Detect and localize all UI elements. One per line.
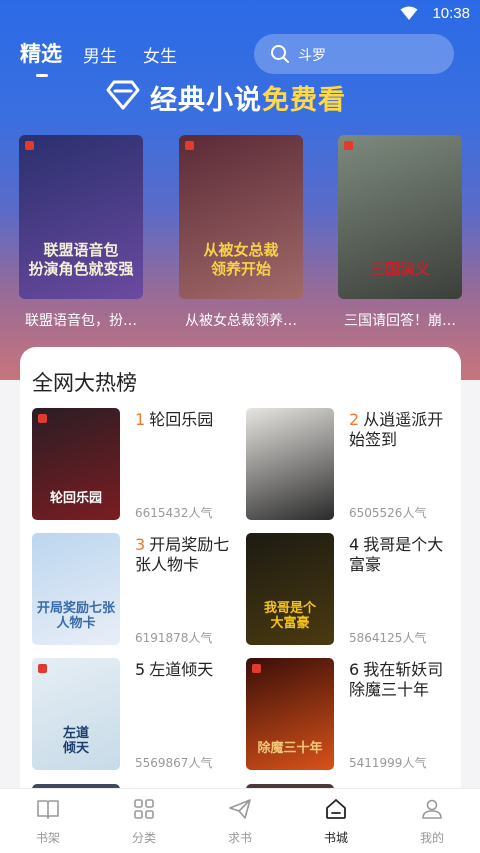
search-placeholder: 斗罗 (298, 48, 326, 64)
book-cover (246, 408, 334, 520)
book-cover: 开局奖励七张人物卡 (32, 533, 120, 645)
bookstore-home-icon (326, 799, 346, 819)
rank-number: 3 (135, 535, 146, 554)
nav-bookstore[interactable]: 书城 (288, 789, 384, 853)
rank-item[interactable]: 轮回乐园 1 轮回乐园 6615432人气 (32, 408, 242, 523)
nav-profile[interactable]: 我的 (384, 789, 480, 853)
cover-title: 我哥是个 大富豪 (263, 601, 316, 631)
popularity-count: 5411999人气 (349, 756, 427, 770)
book-cover: 联盟语音包 扮演角色就变强 (19, 135, 143, 299)
rank-number: 2 (349, 410, 360, 429)
featured-book-title: 联盟语音包，扮… (25, 313, 137, 329)
rank-title: 5 左道倾天 (135, 660, 245, 680)
rank-title: 2 从逍遥派开始签到 (349, 410, 459, 450)
popularity-count: 6191878人气 (135, 631, 213, 645)
book-cover: 除魔三十年 (246, 658, 334, 770)
status-time: 10:38 (432, 5, 470, 22)
featured-book[interactable]: 联盟语音包 扮演角色就变强 联盟语音包，扮… (19, 135, 143, 329)
status-bar: 10:38 (0, 0, 480, 28)
publisher-badge-icon (38, 414, 47, 423)
rank-item[interactable]: 左道 倾天 5 左道倾天 5569867人气 (32, 658, 242, 773)
bottom-nav: 书架 分类 求书 书城 我的 (0, 788, 480, 853)
book-cover: 三国演义 (338, 135, 462, 299)
featured-book[interactable]: 从被女总裁 领养开始 从被女总裁领养… (179, 135, 303, 329)
nav-label: 我的 (419, 831, 444, 845)
book-title: 我哥是个大富豪 (349, 535, 444, 574)
tab-male[interactable]: 男生 (83, 42, 117, 67)
hot-ranking-panel: 全网大热榜 轮回乐园 1 轮回乐园 6615432人气 2 从逍遥派开始签到 650… (20, 347, 461, 817)
diamond-icon (106, 80, 140, 110)
nav-bookshelf[interactable]: 书架 (0, 789, 96, 853)
wifi-icon (400, 6, 418, 20)
popularity-count: 5569867人气 (135, 756, 213, 770)
rank-number: 6 (349, 660, 360, 679)
publisher-badge-icon (38, 664, 47, 673)
category-grid-icon (134, 799, 154, 819)
rank-number: 4 (349, 535, 360, 554)
publisher-badge-icon (185, 141, 194, 150)
nav-label: 求书 (227, 831, 252, 845)
popularity-count: 6505526人气 (349, 506, 427, 520)
rank-item[interactable]: 开局奖励七张人物卡 3 开局奖励七张人物卡 6191878人气 (32, 533, 242, 648)
banner-title-highlight: 免费看 (262, 85, 346, 116)
publisher-badge-icon (25, 141, 34, 150)
book-cover: 从被女总裁 领养开始 (179, 135, 303, 299)
cover-title: 三国演义 (369, 260, 430, 278)
popularity-count: 6615432人气 (135, 506, 213, 520)
user-icon (422, 799, 442, 819)
nav-label: 书城 (323, 831, 348, 845)
featured-book-title: 从被女总裁领养… (185, 313, 297, 329)
cover-title: 除魔三十年 (257, 741, 323, 756)
book-title: 开局奖励七张人物卡 (135, 535, 230, 574)
search-input[interactable]: 斗罗 (254, 34, 454, 74)
tab-featured[interactable]: 精选 (20, 38, 62, 68)
nav-label: 书架 (35, 831, 60, 845)
tab-female[interactable]: 女生 (143, 42, 177, 67)
cover-title: 开局奖励七张人物卡 (36, 601, 115, 631)
book-cover: 轮回乐园 (32, 408, 120, 520)
book-title: 轮回乐园 (149, 410, 214, 429)
active-tab-indicator (36, 74, 48, 77)
banner-title-text: 经典小说 (150, 85, 262, 116)
nav-request-book[interactable]: 求书 (192, 789, 288, 853)
rank-title: 6 我在斩妖司除魔三十年 (349, 660, 459, 700)
rank-number: 5 (135, 660, 146, 679)
rank-title: 3 开局奖励七张人物卡 (135, 535, 245, 575)
cover-title: 从被女总裁 领养开始 (203, 241, 279, 278)
publisher-badge-icon (252, 664, 261, 673)
paper-plane-icon (229, 799, 251, 819)
book-title: 左道倾天 (149, 660, 214, 679)
book-title: 我在斩妖司除魔三十年 (349, 660, 444, 699)
book-cover: 我哥是个 大富豪 (246, 533, 334, 645)
cover-title: 轮回乐园 (49, 491, 102, 506)
cover-title: 联盟语音包 扮演角色就变强 (28, 241, 134, 278)
book-title: 从逍遥派开始签到 (349, 410, 444, 449)
book-cover: 左道 倾天 (32, 658, 120, 770)
search-icon (271, 45, 289, 63)
popularity-count: 5864125人气 (349, 631, 427, 645)
rank-number: 1 (135, 410, 146, 429)
nav-category[interactable]: 分类 (96, 789, 192, 853)
rank-title: 1 轮回乐园 (135, 410, 245, 430)
rank-item[interactable]: 我哥是个 大富豪 4 我哥是个大富豪 5864125人气 (246, 533, 456, 648)
featured-book-title: 三国请回答！崩… (344, 313, 456, 329)
rank-item[interactable]: 2 从逍遥派开始签到 6505526人气 (246, 408, 456, 523)
rank-title: 4 我哥是个大富豪 (349, 535, 459, 575)
publisher-badge-icon (344, 141, 353, 150)
bookshelf-icon (37, 800, 59, 819)
cover-title: 左道 倾天 (62, 726, 89, 756)
panel-title: 全网大热榜 (32, 371, 137, 395)
featured-book[interactable]: 三国演义 三国请回答！崩… (338, 135, 462, 329)
nav-label: 分类 (131, 831, 156, 845)
rank-item[interactable]: 除魔三十年 6 我在斩妖司除魔三十年 5411999人气 (246, 658, 456, 773)
